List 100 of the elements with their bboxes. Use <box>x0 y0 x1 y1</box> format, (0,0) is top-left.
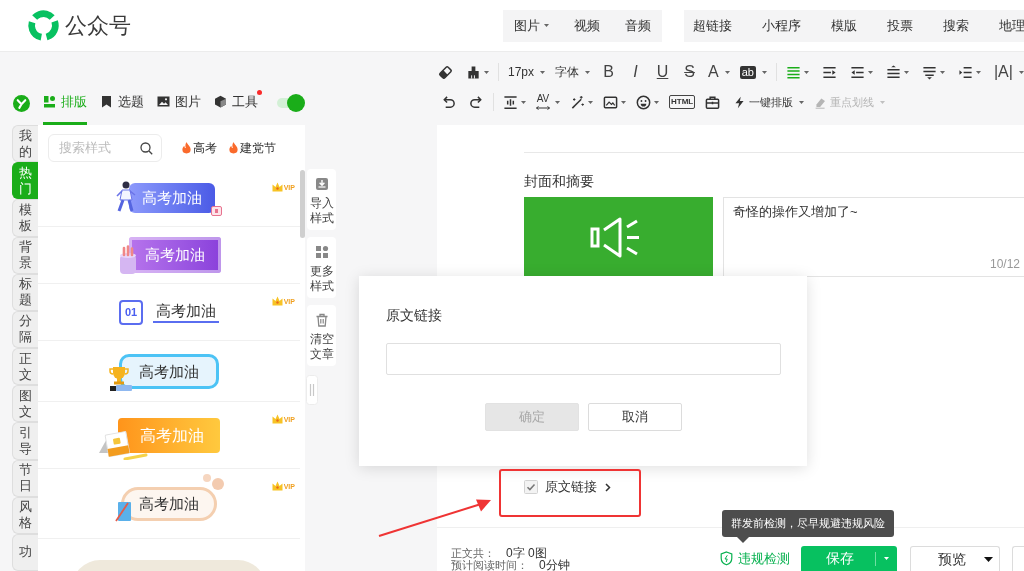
category-tab[interactable]: 图文 <box>12 385 38 423</box>
side-action-button[interactable]: 导入样式 <box>307 169 336 230</box>
category-tab[interactable]: 引导 <box>12 422 38 460</box>
figure-drawing <box>115 181 137 212</box>
category-tab[interactable]: 我的 <box>12 125 38 163</box>
caret-icon <box>588 100 593 104</box>
caret-icon <box>585 70 591 74</box>
crown-icon <box>271 414 283 424</box>
insert-menu-item[interactable]: 投票 <box>887 16 913 35</box>
toolbar-button[interactable] <box>503 94 526 110</box>
insert-menu-item[interactable]: 小程序 <box>762 16 801 35</box>
toolbar-button[interactable] <box>705 94 721 110</box>
fire-icon <box>228 141 239 154</box>
toolbar-button[interactable] <box>821 64 837 80</box>
category-tab[interactable]: 标题 <box>12 273 38 311</box>
insert-menu-item[interactable]: 搜索 <box>943 16 969 35</box>
briefcase-icon <box>705 94 721 110</box>
line-height-icon <box>885 64 901 80</box>
toolbar-button[interactable] <box>441 94 456 110</box>
number-badge: 01 <box>119 299 143 325</box>
grid-icon <box>314 245 329 259</box>
app-title: 公众号 <box>65 11 131 40</box>
format-button[interactable]: B <box>600 62 618 82</box>
format-button[interactable]: U <box>654 62 672 82</box>
hot-tag[interactable]: 高考 <box>181 138 217 157</box>
insert-menu-item[interactable]: 图片 <box>514 16 549 35</box>
toolbar-button[interactable] <box>466 64 489 80</box>
link-label[interactable]: 原文链接 <box>545 478 597 496</box>
caret-icon <box>654 100 659 104</box>
caret-icon <box>884 557 889 560</box>
toolbar-button[interactable] <box>603 94 626 110</box>
trash-icon <box>314 313 329 327</box>
select-dropdown[interactable]: 17px <box>508 63 546 81</box>
toolbar-button[interactable] <box>438 64 453 80</box>
caret-icon <box>880 100 886 104</box>
category-tab[interactable]: 背景 <box>12 236 38 274</box>
panel-tab[interactable]: 图片 <box>157 88 201 125</box>
format-button[interactable]: I <box>627 62 645 82</box>
style-card[interactable]: 高考加油 <box>38 341 300 402</box>
toolbar-button[interactable] <box>469 94 484 110</box>
toolbar-button[interactable] <box>636 94 659 110</box>
insert-menu-item[interactable]: 地理 <box>999 16 1024 35</box>
category-tab[interactable]: 功 <box>12 533 38 571</box>
toggle[interactable] <box>277 94 305 112</box>
caret-icon <box>1018 70 1024 74</box>
toolbar-button[interactable] <box>885 64 909 80</box>
toolbar-button[interactable] <box>957 64 981 80</box>
cup-drawing <box>119 245 137 274</box>
drag-handle[interactable] <box>306 375 318 405</box>
scrollbar[interactable] <box>300 170 305 238</box>
image-icon <box>603 94 618 110</box>
format-button[interactable]: |A| <box>993 62 1024 82</box>
section-title: 封面和摘要 <box>524 172 594 191</box>
indent-icon <box>821 64 837 80</box>
search-field[interactable]: 搜索样式 <box>48 133 162 162</box>
panel-tab[interactable]: 选题 <box>100 88 144 125</box>
char-counter: 10/12 <box>989 257 1020 271</box>
toolbar-button[interactable] <box>921 64 945 80</box>
image-icon <box>157 95 170 108</box>
toolbar-button[interactable] <box>570 94 593 110</box>
letter-spacing-button[interactable]: AV <box>536 94 560 110</box>
category-tab[interactable]: 风格 <box>12 496 38 534</box>
caret-icon <box>903 70 909 74</box>
cancel-button[interactable]: 取消 <box>588 403 682 431</box>
select-dropdown[interactable]: 字体 <box>555 63 591 81</box>
side-action-button[interactable]: 清空文章 <box>307 305 336 366</box>
category-tab[interactable]: 模板 <box>12 199 38 237</box>
insert-menu-item[interactable]: 音频 <box>625 16 651 35</box>
preview-button[interactable]: 预览 <box>910 546 1000 571</box>
hot-tag[interactable]: 建党节 <box>228 138 276 157</box>
style-card[interactable]: 高考加油 <box>38 227 300 284</box>
paragraph-spacing-icon <box>921 64 937 80</box>
emoji-icon <box>636 94 651 110</box>
insert-menu-item[interactable]: 视频 <box>574 16 600 35</box>
logo-icon <box>27 9 60 42</box>
dialog-title: 原文链接 <box>386 306 442 325</box>
category-tab[interactable]: 分隔 <box>12 310 38 349</box>
url-input-field[interactable] <box>386 343 781 375</box>
caret-icon <box>621 100 626 104</box>
category-tab[interactable]: 节日 <box>12 459 38 497</box>
align-left-icon <box>785 64 801 80</box>
crown-icon <box>271 296 283 306</box>
tooltip-pointer-icon <box>737 537 749 543</box>
insert-menu-item[interactable]: 模版 <box>831 16 857 35</box>
side-action-button[interactable]: 更多样式 <box>307 237 336 298</box>
category-tab[interactable]: 正文 <box>12 348 38 386</box>
style-sample: 高考加油 <box>118 417 220 453</box>
caret-icon <box>761 70 767 74</box>
insert-menu-item[interactable]: 超链接 <box>693 16 732 35</box>
style-sample: 高考加油 <box>153 301 219 323</box>
toolbar-button[interactable] <box>849 64 873 80</box>
toolbar-action[interactable]: 一键排版 <box>733 93 805 111</box>
caret-icon <box>975 70 981 74</box>
format-button[interactable]: A <box>708 62 730 82</box>
html-button[interactable]: HTML <box>669 95 696 109</box>
spacing-icon <box>503 94 518 110</box>
crown-icon <box>271 182 283 192</box>
panel-tab[interactable]: 工具 <box>214 88 258 125</box>
checkbox[interactable] <box>524 480 538 494</box>
format-button[interactable]: S <box>681 62 699 82</box>
